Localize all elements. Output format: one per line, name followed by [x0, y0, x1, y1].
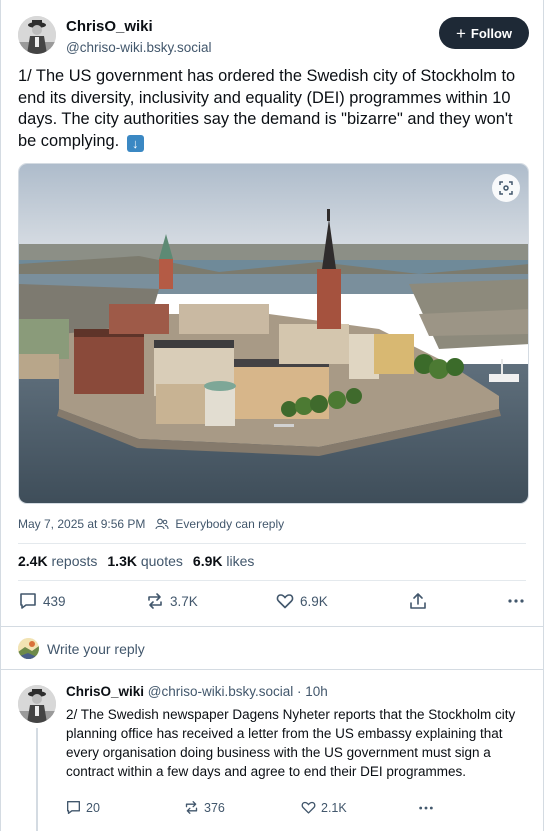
quotes-label: quotes — [140, 553, 183, 569]
focus-frame-icon — [499, 181, 513, 195]
people-icon — [155, 518, 169, 530]
reply-author-avatar[interactable] — [18, 685, 56, 723]
ellipsis-icon — [419, 806, 433, 810]
post-body: 1/ The US government has ordered the Swe… — [18, 67, 516, 150]
author-name[interactable]: ChrisO_wiki — [66, 18, 211, 35]
reply-author-name[interactable]: ChrisO_wiki — [66, 684, 144, 699]
reply-body: 2/ The Swedish newspaper Dagens Nyheter … — [66, 707, 516, 779]
post-image[interactable] — [18, 163, 529, 504]
follow-button[interactable]: + Follow — [439, 17, 529, 49]
post-stats: 2.4K reposts 1.3K quotes 6.9K likes — [18, 553, 254, 569]
thread-line — [36, 728, 38, 831]
expand-image-button[interactable] — [492, 174, 520, 202]
post-text: 1/ The US government has ordered the Swe… — [18, 66, 528, 152]
comment-icon — [20, 593, 36, 609]
reply-post-actions: 20 376 2.1K — [66, 800, 526, 820]
likes-count: 6.9K — [192, 553, 223, 569]
repost-icon — [185, 801, 198, 814]
reply-header: ChrisO_wiki @chriso-wiki.bsky.social · 1… — [66, 684, 328, 699]
reply-post-like-count: 2.1K — [321, 800, 347, 815]
heart-icon — [276, 594, 294, 609]
divider — [18, 580, 526, 581]
share-icon — [410, 593, 426, 609]
current-user-avatar — [18, 638, 39, 659]
stockholm-aerial-photo — [19, 164, 528, 503]
follow-label: Follow — [470, 25, 513, 41]
repost-icon — [148, 593, 162, 609]
like-count: 6.9K — [300, 593, 328, 609]
reply-button[interactable]: 439 — [19, 592, 66, 610]
ellipsis-icon — [508, 599, 524, 603]
share-button[interactable] — [409, 592, 427, 610]
repost-count: 3.7K — [170, 593, 198, 609]
post-meta: May 7, 2025 at 9:56 PM Everybody can rep… — [18, 517, 284, 531]
reposts-label: reposts — [51, 553, 98, 569]
reply-time[interactable]: · 10h — [297, 684, 328, 699]
reply-post-like-button[interactable]: 2.1K — [301, 800, 347, 815]
post-timestamp[interactable]: May 7, 2025 at 9:56 PM — [18, 517, 145, 531]
likes-stat[interactable]: 6.9K likes — [193, 553, 254, 569]
repost-button[interactable]: 3.7K — [146, 592, 198, 610]
reply-setting: Everybody can reply — [175, 517, 285, 531]
reply-post-repost-count: 376 — [204, 800, 225, 815]
post-thread-view: ChrisO_wiki @chriso-wiki.bsky.social + F… — [0, 0, 544, 831]
divider — [18, 543, 526, 544]
author-handle[interactable]: @chriso-wiki.bsky.social — [66, 40, 211, 55]
like-button[interactable]: 6.9K — [276, 592, 328, 610]
reply-author-handle[interactable]: @chriso-wiki.bsky.social — [148, 684, 293, 699]
author-avatar[interactable] — [18, 16, 56, 54]
reply-post-reply-button[interactable]: 20 — [66, 800, 100, 815]
likes-label: likes — [226, 553, 255, 569]
reply-post-repost-button[interactable]: 376 — [184, 800, 225, 815]
reply-post-reply-count: 20 — [86, 800, 100, 815]
comment-icon — [67, 801, 80, 814]
quotes-stat[interactable]: 1.3K quotes — [107, 553, 183, 569]
reply-count: 439 — [43, 593, 66, 609]
heart-icon — [301, 801, 316, 814]
plus-icon: + — [455, 23, 466, 43]
post-header: ChrisO_wiki @chriso-wiki.bsky.social + F… — [18, 16, 529, 58]
post-actions: 439 3.7K 6.9K — [18, 592, 526, 614]
reposts-stat[interactable]: 2.4K reposts — [18, 553, 97, 569]
down-arrow-emoji-icon: ↓ — [126, 134, 144, 152]
reposts-count: 2.4K — [18, 553, 48, 569]
more-options-button[interactable] — [507, 592, 525, 610]
reply-post-more-button[interactable] — [418, 800, 434, 816]
reply-prompt: Write your reply — [47, 641, 145, 657]
author-info: ChrisO_wiki @chriso-wiki.bsky.social — [66, 18, 211, 55]
write-reply-bar[interactable]: Write your reply — [1, 626, 543, 670]
quotes-count: 1.3K — [107, 553, 137, 569]
